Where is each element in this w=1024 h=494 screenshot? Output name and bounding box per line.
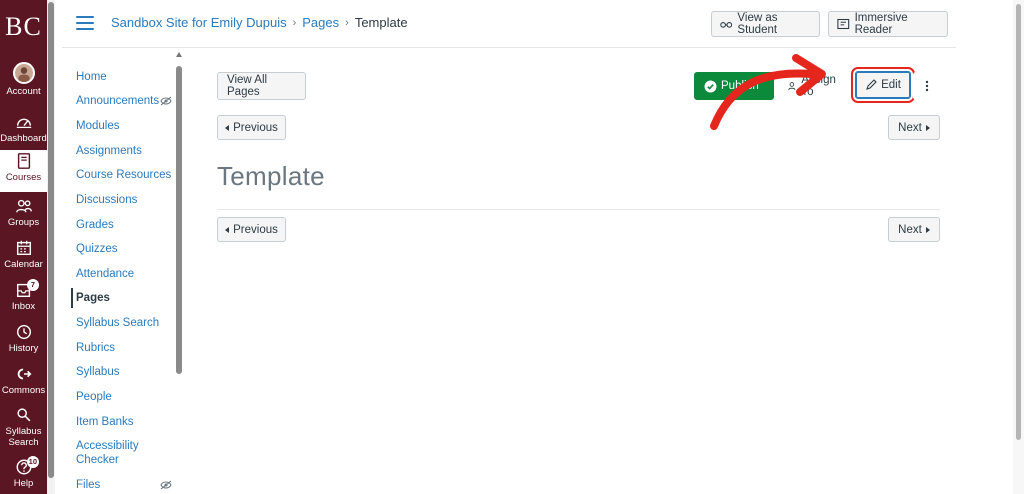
inbox-unread-badge: 7 <box>27 279 39 291</box>
caret-left-icon <box>225 226 230 233</box>
global-nav-account[interactable]: Account <box>0 60 47 102</box>
hidden-eye-icon <box>160 96 172 106</box>
course-nav-grades[interactable]: Grades <box>76 218 114 232</box>
kebab-menu-icon <box>925 80 928 92</box>
course-nav-modules[interactable]: Modules <box>76 119 119 133</box>
immersive-reader-icon <box>837 18 850 30</box>
breadcrumb-separator-icon: › <box>345 16 349 29</box>
view-as-student-button[interactable]: View as Student <box>711 11 820 37</box>
course-nav-pages[interactable]: Pages <box>76 291 110 305</box>
avatar <box>12 62 35 84</box>
app-window: BC Account Dashboard Courses Groups Cale… <box>0 0 1024 494</box>
page-scrollbar[interactable] <box>1013 0 1024 494</box>
scrollbar-thumb[interactable] <box>176 66 182 374</box>
global-nav-label: Courses <box>5 172 42 183</box>
global-nav-label: Account <box>6 86 41 97</box>
global-nav-label: History <box>8 343 39 354</box>
global-nav-label: Inbox <box>11 301 36 312</box>
global-nav-history[interactable]: History <box>0 321 47 363</box>
course-nav-files[interactable]: Files <box>76 478 100 492</box>
global-nav-courses[interactable]: Courses <box>0 150 47 192</box>
scroll-up-icon[interactable] <box>176 52 182 57</box>
syllabus-search-icon <box>16 408 30 422</box>
course-nav-course-resources[interactable]: Course Resources <box>76 168 171 182</box>
next-button-top[interactable]: Next <box>888 115 940 140</box>
caret-right-icon <box>925 226 930 233</box>
course-nav-syllabus[interactable]: Syllabus <box>76 365 119 379</box>
global-nav-label: Dashboard <box>0 133 47 144</box>
hidden-eye-icon <box>160 480 172 490</box>
course-nav-item-banks[interactable]: Item Banks <box>76 415 134 429</box>
global-nav-dashboard[interactable]: Dashboard <box>0 111 47 153</box>
more-options-button[interactable] <box>913 72 940 100</box>
divider <box>217 209 940 210</box>
course-nav-syllabus-search[interactable]: Syllabus Search <box>76 316 159 330</box>
course-nav-people[interactable]: People <box>76 390 112 404</box>
course-nav-announcements[interactable]: Announcements <box>76 94 159 108</box>
course-nav-accessibility-checker[interactable]: Accessibility Checker <box>76 439 156 467</box>
global-nav-syllabus-search[interactable]: Syllabus Search <box>0 404 47 450</box>
global-nav-calendar[interactable]: Calendar <box>0 237 47 279</box>
course-nav-discussions[interactable]: Discussions <box>76 193 137 207</box>
page-header: Sandbox Site for Emily Dupuis › Pages › … <box>62 0 956 48</box>
breadcrumb-current: Template <box>354 15 408 30</box>
scrollbar-thumb[interactable] <box>1016 4 1021 440</box>
course-nav-toggle-icon[interactable] <box>76 16 94 30</box>
history-icon <box>16 324 31 340</box>
global-nav-groups[interactable]: Groups <box>0 195 47 237</box>
caret-left-icon <box>225 124 230 131</box>
global-nav-label: Commons <box>1 385 46 396</box>
course-nav: Home Announcements Modules Assignments C… <box>62 60 180 494</box>
courses-icon <box>17 153 30 169</box>
breadcrumb-pages[interactable]: Pages <box>302 15 339 30</box>
edit-button[interactable]: Edit <box>851 67 915 103</box>
course-nav-assignments[interactable]: Assignments <box>76 144 142 158</box>
assign-user-icon <box>788 82 796 91</box>
breadcrumb-separator-icon: › <box>292 16 297 29</box>
published-button[interactable]: Publish <box>694 72 774 100</box>
dashboard-icon <box>16 118 31 129</box>
pencil-icon <box>866 79 877 90</box>
global-nav-label: Syllabus Search <box>5 426 42 448</box>
help-badge: 10 <box>26 456 39 468</box>
groups-icon <box>15 199 32 213</box>
global-nav-inbox[interactable]: 7 Inbox <box>0 279 47 321</box>
breadcrumb-course[interactable]: Sandbox Site for Emily Dupuis <box>111 15 287 30</box>
course-nav-rubrics[interactable]: Rubrics <box>76 341 115 355</box>
check-circle-icon <box>704 80 717 92</box>
course-nav-scrollbar[interactable] <box>175 52 183 494</box>
global-nav-scrollbar[interactable] <box>47 0 55 494</box>
previous-button-bottom[interactable]: Previous <box>217 217 286 242</box>
global-nav-label: Groups <box>7 217 40 228</box>
course-nav-quizzes[interactable]: Quizzes <box>76 242 118 256</box>
glasses-icon <box>720 22 733 28</box>
course-nav-attendance[interactable]: Attendance <box>76 267 134 281</box>
scrollbar-thumb[interactable] <box>48 2 54 478</box>
breadcrumb: Sandbox Site for Emily Dupuis › Pages › … <box>111 15 408 30</box>
view-all-pages-button[interactable]: View All Pages <box>217 72 306 100</box>
caret-right-icon <box>925 124 930 131</box>
previous-button-top[interactable]: Previous <box>217 115 286 140</box>
global-nav-commons[interactable]: Commons <box>0 363 47 405</box>
global-nav-label: Calendar <box>4 259 43 270</box>
immersive-reader-button[interactable]: Immersive Reader <box>828 11 948 37</box>
active-indicator <box>71 288 73 308</box>
global-nav-label: Help <box>13 478 34 489</box>
commons-icon <box>17 368 31 380</box>
institution-logo[interactable]: BC <box>0 0 47 54</box>
assign-to-button[interactable]: Assign To <box>778 72 850 100</box>
page-title: Template <box>217 161 325 191</box>
calendar-icon <box>16 240 31 256</box>
course-nav-home[interactable]: Home <box>76 70 107 84</box>
global-nav-help[interactable]: 10 Help <box>0 456 47 494</box>
global-nav: BC Account Dashboard Courses Groups Cale… <box>0 0 47 494</box>
next-button-bottom[interactable]: Next <box>888 217 940 242</box>
